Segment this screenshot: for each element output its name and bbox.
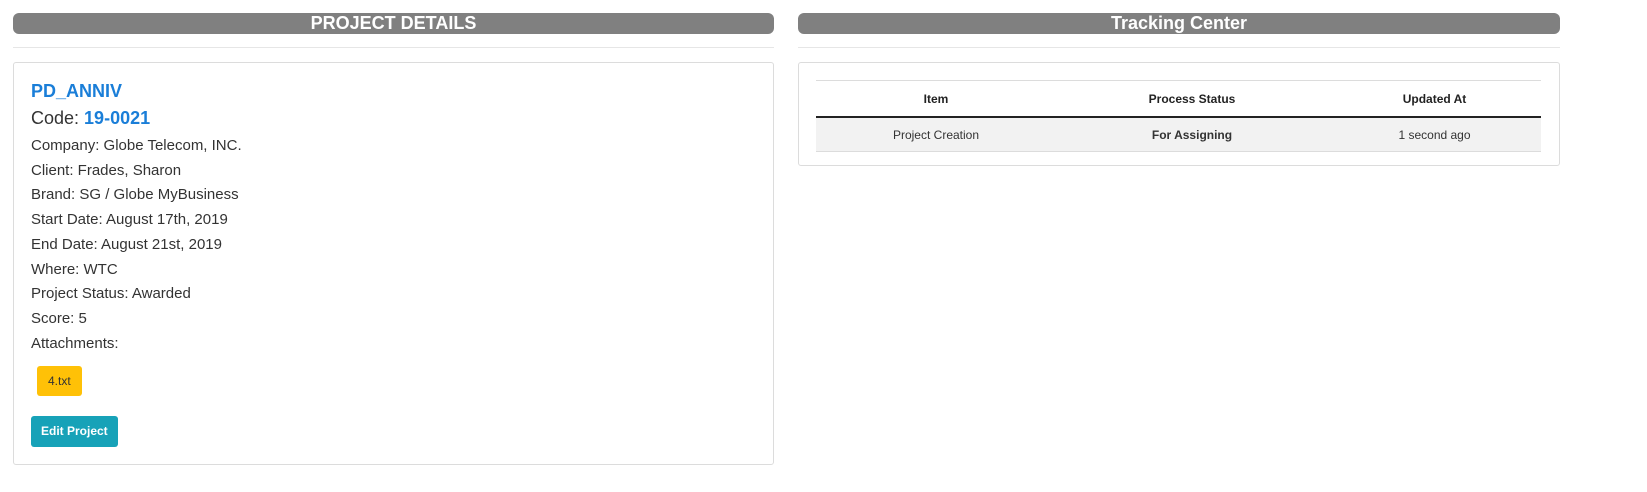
table-header-row: Item Process Status Updated At: [816, 80, 1541, 117]
project-details-panel: PROJECT DETAILS PD_ANNIV Code: 19-0021 C…: [13, 13, 774, 465]
cell-process-status: For Assigning: [1056, 117, 1328, 152]
project-details-header: PROJECT DETAILS: [13, 13, 774, 34]
cell-item: Project Creation: [816, 117, 1056, 152]
column-header-process-status: Process Status: [1148, 91, 1236, 106]
project-code: Code: 19-0021: [31, 107, 756, 129]
column-header-item: Item: [923, 91, 949, 106]
detail-where: Where: WTC: [31, 260, 118, 278]
project-name: PD_ANNIV: [31, 81, 123, 101]
detail-end-date: End Date: August 21st, 2019: [31, 235, 222, 253]
tracking-center-header: Tracking Center: [798, 13, 1560, 34]
detail-client: Client: Frades, Sharon: [31, 161, 182, 179]
header-divider: [798, 47, 1560, 48]
column-header-updated-at: Updated At: [1402, 91, 1467, 106]
detail-attachments-label: Attachments:: [31, 334, 119, 352]
detail-brand: Brand: SG / Globe MyBusiness: [31, 186, 239, 204]
attachments-list: 4.txt: [31, 366, 756, 397]
project-details-card: PD_ANNIV Code: 19-0021 Company: Globe Te…: [13, 62, 774, 465]
edit-project-button[interactable]: Edit Project: [31, 416, 118, 448]
tracking-table: Item Process Status Updated At Project C…: [816, 80, 1541, 152]
attachment-file-link[interactable]: 4.txt: [37, 366, 82, 397]
detail-start-date: Start Date: August 17th, 2019: [31, 211, 228, 229]
detail-company: Company: Globe Telecom, INC.: [31, 137, 242, 154]
detail-score: Score: 5: [31, 309, 87, 327]
tracking-card: Item Process Status Updated At Project C…: [798, 62, 1560, 166]
header-divider: [13, 47, 774, 48]
cell-updated-at: 1 second ago: [1328, 117, 1541, 152]
code-label: Code:: [31, 108, 85, 128]
code-value: 19-0021: [84, 108, 151, 128]
tracking-center-panel: Tracking Center Item Process Status Upda…: [798, 13, 1560, 166]
table-row: Project Creation For Assigning 1 second …: [816, 117, 1541, 152]
detail-project-status: Project Status: Awarded: [31, 285, 191, 303]
